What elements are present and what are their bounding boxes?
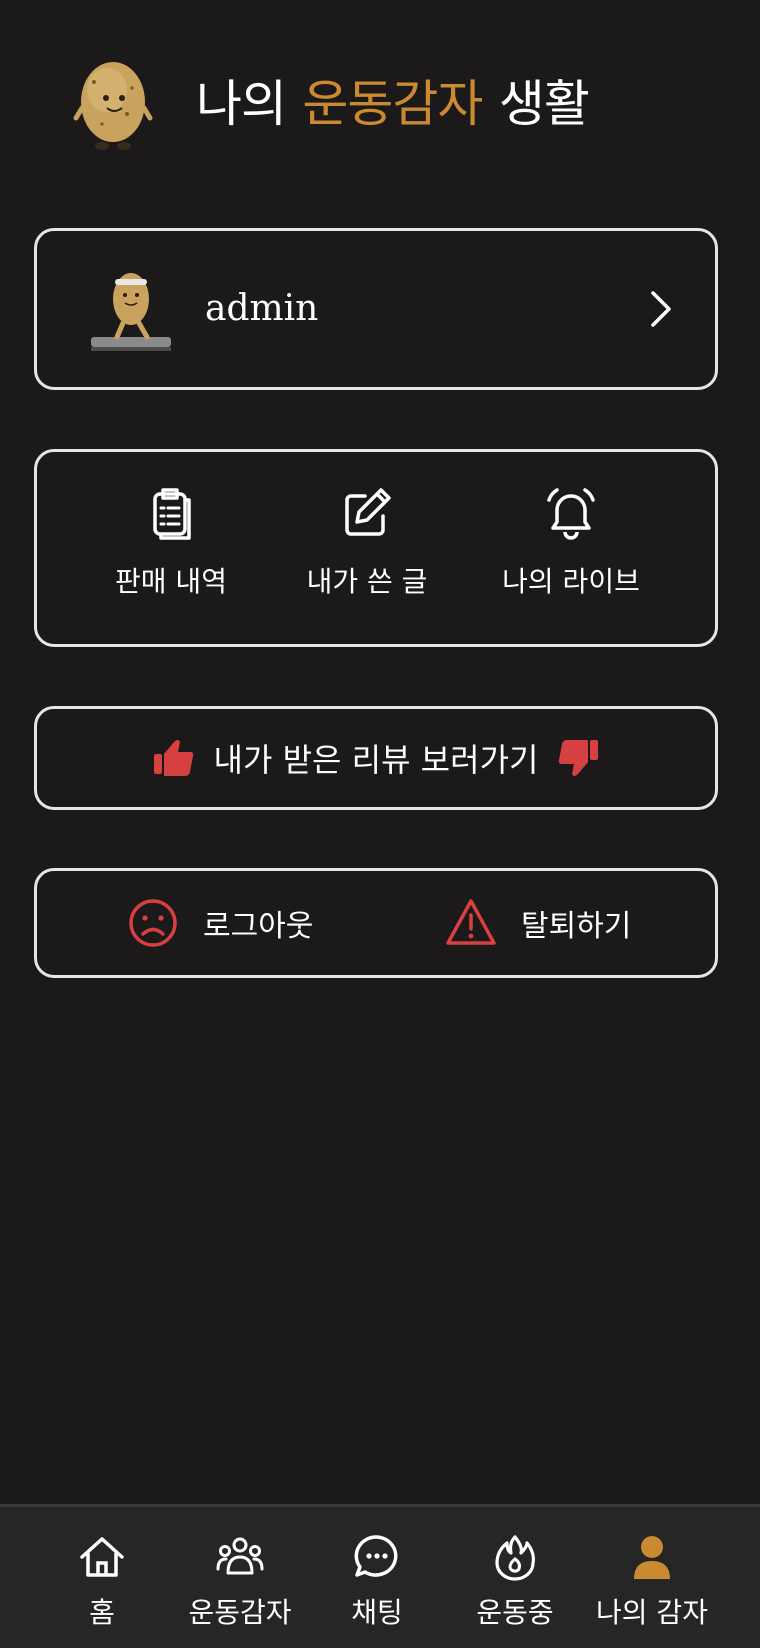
chat-icon — [354, 1535, 398, 1577]
menu-item-sales-history[interactable]: 판매 내역 — [81, 482, 261, 622]
nav-label-home: 홈 — [89, 1596, 115, 1629]
title-accent: 운동감자 — [302, 75, 483, 133]
nav-item-working-out[interactable]: 운동중 — [445, 1533, 585, 1631]
withdraw-button[interactable]: 탈퇴하기 — [445, 871, 631, 975]
thumbs-up-icon — [153, 740, 193, 776]
clipboard-list-icon — [153, 488, 191, 540]
edit-icon — [345, 488, 391, 536]
menu-item-my-posts[interactable]: 내가 쓴 글 — [277, 482, 457, 622]
group-icon — [216, 1537, 264, 1575]
nav-label-working-out: 운동중 — [476, 1596, 554, 1629]
withdraw-label: 탈퇴하기 — [521, 909, 632, 944]
bell-icon — [547, 488, 595, 540]
title-suffix: 생활 — [498, 75, 590, 133]
account-actions: 로그아웃 탈퇴하기 — [34, 868, 718, 978]
nav-item-home[interactable]: 홈 — [32, 1533, 172, 1631]
nav-item-chat[interactable]: 채팅 — [307, 1533, 447, 1631]
profile-card[interactable]: admin — [34, 228, 718, 390]
user-icon — [634, 1536, 670, 1579]
avatar — [91, 273, 171, 351]
title-prefix: 나의 — [196, 75, 287, 133]
nav-label-chat: 채팅 — [351, 1596, 403, 1629]
activity-menu: 판매 내역 내가 쓴 글 나의 라이브 — [34, 449, 718, 647]
menu-label-my-posts: 내가 쓴 글 — [306, 565, 428, 598]
nav-label-my-potato: 나의 감자 — [596, 1596, 708, 1629]
chevron-right-icon[interactable] — [647, 289, 675, 329]
sad-face-icon — [129, 899, 177, 947]
logout-label: 로그아웃 — [203, 909, 314, 944]
menu-label-my-live: 나의 라이브 — [502, 565, 640, 598]
review-button[interactable]: 내가 받은 리뷰 보러가기 — [34, 706, 718, 810]
bottom-navigation: 홈 운동감자 채팅 운동중 나의 감자 — [0, 1504, 760, 1648]
logout-button[interactable]: 로그아웃 — [127, 871, 313, 975]
warning-icon — [446, 899, 496, 945]
menu-item-my-live[interactable]: 나의 라이브 — [481, 482, 661, 622]
app-header: 나의 운동감자 생활 — [0, 0, 760, 200]
review-label: 내가 받은 리뷰 보러가기 — [213, 741, 539, 779]
username: admin — [205, 288, 319, 329]
potato-mascot-icon — [73, 62, 153, 150]
nav-item-my-potato[interactable]: 나의 감자 — [582, 1533, 722, 1631]
review-inner: 내가 받은 리뷰 보러가기 — [37, 709, 715, 807]
home-icon — [80, 1537, 124, 1577]
menu-label-sales-history: 판매 내역 — [115, 565, 227, 598]
fire-icon — [495, 1535, 535, 1581]
thumbs-down-icon — [559, 740, 599, 776]
nav-item-potatoes[interactable]: 운동감자 — [170, 1533, 310, 1631]
page-title: 나의 운동감자 생활 — [196, 72, 590, 136]
nav-label-potatoes: 운동감자 — [188, 1596, 292, 1629]
